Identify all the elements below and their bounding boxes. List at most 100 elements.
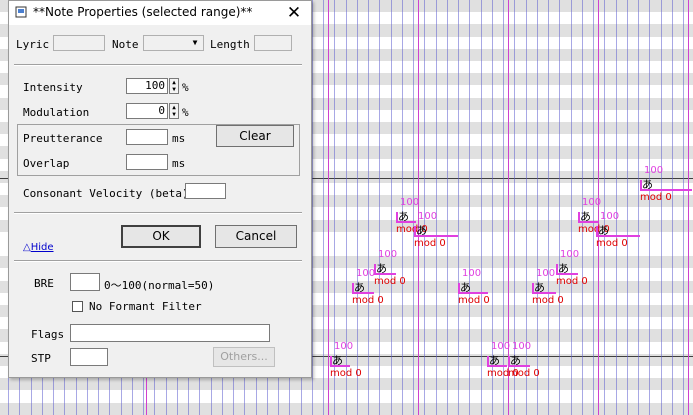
- note-intensity: 100: [418, 211, 438, 222]
- note-lyric[interactable]: あ: [398, 208, 409, 224]
- grid-line: [526, 0, 527, 415]
- note-intensity: 100: [400, 197, 420, 208]
- grid-line: [503, 0, 504, 415]
- lyric-label: Lyric: [16, 38, 50, 51]
- lyric-field[interactable]: [53, 35, 105, 51]
- ok-button[interactable]: OK: [121, 225, 201, 248]
- overlap-label: Overlap: [23, 157, 70, 170]
- grid-line: [559, 0, 560, 415]
- preutterance-field[interactable]: [126, 129, 168, 145]
- triangle-up-icon: △: [23, 242, 31, 253]
- grid-line: [323, 0, 324, 415]
- grid-line: [458, 0, 459, 415]
- intensity-label: Intensity: [23, 81, 83, 94]
- flags-label: Flags: [31, 328, 65, 341]
- note-modulation: mod 0: [414, 238, 446, 249]
- note-intensity: 100: [378, 249, 398, 260]
- note-lyric[interactable]: あ: [332, 352, 343, 368]
- note-intensity: 100: [582, 197, 602, 208]
- note-lyric[interactable]: あ: [460, 279, 471, 295]
- hide-label: Hide: [30, 242, 54, 253]
- consonant-velocity-field[interactable]: [185, 183, 226, 199]
- modulation-unit: %: [182, 106, 189, 119]
- note-modulation: mod 0: [508, 368, 540, 379]
- note-modulation: mod 0: [640, 192, 672, 203]
- flags-field[interactable]: [70, 324, 270, 342]
- bre-hint: 0～100(normal=50): [104, 279, 215, 292]
- note-label: Note: [112, 38, 139, 51]
- note-intensity: 100: [512, 341, 532, 352]
- note-lyric[interactable]: あ: [580, 208, 591, 224]
- divider: [14, 64, 302, 66]
- note-intensity: 100: [356, 268, 376, 279]
- note-modulation: mod 0: [556, 276, 588, 287]
- grid-line: [571, 0, 572, 415]
- dialog-titlebar[interactable]: **Note Properties (selected range)** ✕: [9, 1, 311, 25]
- note-lyric[interactable]: あ: [489, 352, 500, 368]
- length-field[interactable]: [254, 35, 292, 51]
- note-lyric[interactable]: あ: [534, 279, 545, 295]
- note-modulation: mod 0: [330, 368, 362, 379]
- note-lyric[interactable]: あ: [558, 260, 569, 276]
- overlap-unit: ms: [172, 157, 186, 170]
- grid-line: [548, 0, 549, 415]
- grid-line: [649, 0, 650, 415]
- grid-line: [537, 0, 538, 415]
- note-lyric[interactable]: あ: [642, 176, 653, 192]
- bar-line: [688, 0, 689, 415]
- grid-line: [661, 0, 662, 415]
- note-modulation: mod 0: [596, 238, 628, 249]
- stp-field[interactable]: [70, 348, 108, 366]
- modulation-label: Modulation: [23, 106, 90, 119]
- bar-line: [328, 0, 329, 415]
- note-modulation: mod 0: [458, 295, 490, 306]
- hide-link[interactable]: △Hide: [23, 242, 54, 253]
- no-formant-filter-checkbox[interactable]: [72, 301, 83, 312]
- clear-button[interactable]: Clear: [216, 125, 294, 147]
- chevron-down-icon[interactable]: ▼: [187, 36, 203, 50]
- window-icon: [15, 6, 27, 18]
- grid-line: [424, 0, 425, 415]
- note-combo[interactable]: ▼: [143, 35, 204, 51]
- bre-field[interactable]: [70, 273, 100, 291]
- grid-line: [638, 0, 639, 415]
- grid-line: [368, 0, 369, 415]
- grid-line: [616, 0, 617, 415]
- note-lyric[interactable]: あ: [376, 260, 387, 276]
- grid-line: [469, 0, 470, 415]
- stp-label: STP: [31, 352, 51, 365]
- cancel-button[interactable]: Cancel: [215, 225, 297, 248]
- grid-line: [312, 0, 313, 415]
- divider: [14, 212, 302, 214]
- note-intensity: 100: [334, 341, 354, 352]
- preutterance-label: Preutterance: [23, 132, 103, 145]
- grid-line: [672, 0, 673, 415]
- intensity-spinner[interactable]: ▲ ▼: [169, 78, 179, 94]
- overlap-field[interactable]: [126, 154, 168, 170]
- grid-line: [357, 0, 358, 415]
- grid-line: [346, 0, 347, 415]
- grid-line: [436, 0, 437, 415]
- note-lyric[interactable]: あ: [354, 279, 365, 295]
- preutterance-unit: ms: [172, 132, 186, 145]
- grid-line: [604, 0, 605, 415]
- others-button[interactable]: Others...: [213, 347, 275, 367]
- note-intensity: 100: [462, 268, 482, 279]
- note-lyric[interactable]: あ: [416, 222, 427, 238]
- note-lyric[interactable]: あ: [598, 222, 609, 238]
- note-intensity: 100: [644, 165, 664, 176]
- note-modulation: mod 0: [352, 295, 384, 306]
- no-formant-filter-label: No Formant Filter: [89, 300, 202, 313]
- close-button[interactable]: ✕: [281, 2, 307, 24]
- grid-line: [379, 0, 380, 415]
- modulation-field[interactable]: 0: [126, 103, 168, 119]
- bre-label: BRE: [34, 277, 54, 290]
- modulation-spinner[interactable]: ▲ ▼: [169, 103, 179, 119]
- intensity-unit: %: [182, 81, 189, 94]
- note-intensity: 100: [536, 268, 556, 279]
- note-modulation: mod 0: [374, 276, 406, 287]
- note-intensity: 100: [600, 211, 620, 222]
- note-lyric[interactable]: あ: [510, 352, 521, 368]
- intensity-field[interactable]: 100: [126, 78, 168, 94]
- grid-line: [391, 0, 392, 415]
